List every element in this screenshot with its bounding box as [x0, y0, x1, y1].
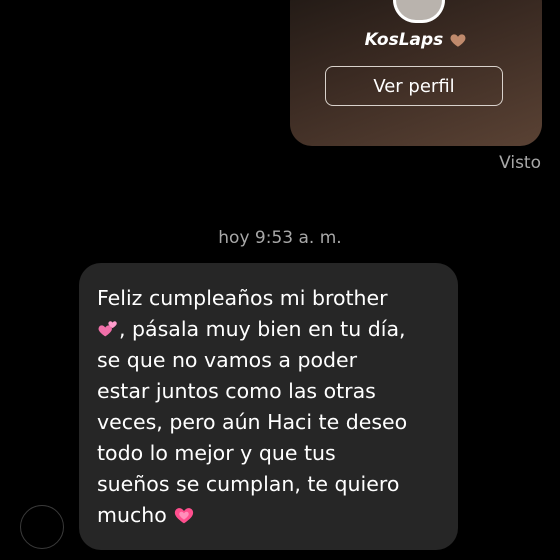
growing-heart-icon: [175, 508, 194, 524]
message-text: Feliz cumpleaños mi brother , pásala muy…: [97, 283, 440, 531]
shared-profile-card[interactable]: KosLaps Ver perfil: [290, 0, 542, 146]
profile-avatar: [393, 0, 445, 23]
message-body: se que no vamos a poder estar juntos com…: [97, 348, 408, 527]
message-line-1: Feliz cumpleaños mi brother: [97, 286, 388, 310]
message-timestamp: hoy 9:53 a. m.: [218, 228, 342, 248]
profile-name-row: KosLaps: [290, 30, 542, 50]
message-bubble[interactable]: Feliz cumpleaños mi brother , pásala muy…: [79, 263, 458, 550]
sender-avatar[interactable]: [20, 505, 64, 549]
revolving-hearts-icon: [98, 321, 117, 337]
profile-username: KosLaps: [364, 30, 444, 50]
brown-heart-icon: [450, 34, 466, 47]
view-profile-button[interactable]: Ver perfil: [325, 66, 503, 106]
read-receipt: Visto: [499, 153, 541, 173]
message-line-2: , pásala muy bien en tu día,: [119, 317, 406, 341]
